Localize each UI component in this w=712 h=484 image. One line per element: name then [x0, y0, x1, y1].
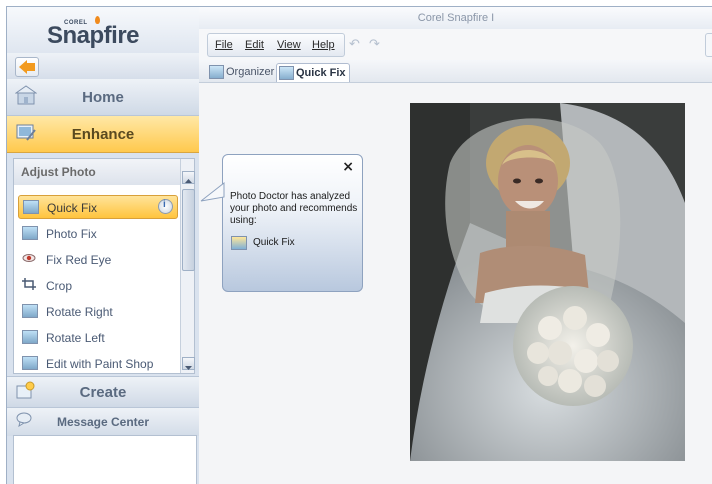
menu-help[interactable]: Help — [312, 39, 335, 51]
menu-item-label: Edit with Paint Shop — [46, 357, 154, 371]
nav-enhance-label: Enhance — [71, 126, 135, 143]
tab-label: Organizer — [226, 66, 275, 78]
menu-item-label: Rotate Left — [46, 331, 105, 345]
nav-home[interactable]: Home — [7, 79, 199, 116]
nav-home-label: Home — [82, 89, 124, 106]
quick-fix-tab-icon — [279, 66, 294, 80]
window-title: Corel Snapfire I — [417, 12, 495, 24]
nav-enhance[interactable]: Enhance — [7, 116, 199, 153]
menu-item-fix-red-eye[interactable]: Fix Red Eye — [18, 248, 176, 270]
menu-file[interactable]: File — [215, 39, 233, 51]
tab-quick-fix[interactable]: Quick Fix — [276, 63, 350, 82]
info-icon[interactable]: i — [158, 199, 173, 214]
close-icon[interactable]: × — [342, 159, 354, 175]
back-button[interactable] — [15, 57, 39, 77]
quick-fix-icon — [23, 200, 39, 214]
panel-header: Adjust Photo — [14, 159, 180, 185]
red-eye-icon — [22, 254, 36, 262]
nav-message-label: Message Center — [56, 415, 150, 429]
photo-doctor-popup: × Photo Doctor has analyzed your photo a… — [200, 154, 363, 292]
nav-create[interactable]: Create — [7, 376, 199, 407]
menu-item-label: Photo Fix — [46, 227, 97, 241]
back-arrow-tail — [26, 63, 35, 71]
photo-image[interactable] — [410, 103, 685, 461]
menu-item-quick-fix[interactable]: Quick Fix i — [18, 195, 178, 219]
menu-item-crop[interactable]: Crop — [18, 274, 176, 296]
scroll-thumb[interactable] — [182, 189, 195, 271]
menu-bar: File Edit View Help — [207, 33, 345, 57]
rotate-right-icon — [22, 304, 38, 318]
menu-item-rotate-right[interactable]: Rotate Right — [18, 300, 176, 322]
popup-pointer — [200, 181, 225, 202]
toolbar-edge — [705, 33, 712, 57]
redo-icon[interactable]: ↷ — [369, 37, 380, 52]
adjust-photo-panel: Adjust Photo Quick Fix i Photo Fix Fix R… — [13, 158, 195, 374]
title-bar: Corel Snapfire I — [199, 7, 712, 29]
menu-item-rotate-left[interactable]: Rotate Left — [18, 326, 176, 348]
scroll-up-button[interactable] — [182, 171, 195, 184]
chevron-down-icon — [185, 366, 192, 370]
rotate-left-icon — [22, 330, 38, 344]
menu-edit[interactable]: Edit — [245, 39, 264, 51]
nav-message-center[interactable]: Message Center — [7, 407, 199, 436]
popup-message: Photo Doctor has analyzed your photo and… — [230, 191, 358, 226]
tab-organizer[interactable]: Organizer — [207, 63, 275, 81]
paint-shop-icon — [22, 356, 38, 370]
panel-title: Adjust Photo — [21, 165, 96, 179]
menu-view[interactable]: View — [277, 39, 301, 51]
scroll-down-button[interactable] — [182, 357, 195, 370]
menu-item-label: Fix Red Eye — [46, 253, 112, 267]
panel-scrollbar[interactable] — [180, 159, 195, 373]
chevron-up-icon — [185, 179, 192, 183]
photo-fix-icon — [22, 226, 38, 240]
message-center-body — [13, 435, 197, 484]
menu-item-label: Rotate Right — [46, 305, 113, 319]
quick-fix-icon — [231, 236, 247, 250]
menu-item-label: Quick Fix — [47, 201, 98, 215]
crop-icon — [22, 278, 36, 290]
nav-create-label: Create — [79, 384, 127, 401]
organizer-icon — [209, 65, 224, 79]
logo-flame-icon — [95, 16, 100, 24]
popup-recommendation[interactable]: Quick Fix — [253, 237, 295, 248]
sidebar: COREL Snapfire Home Enhance Adjust Photo… — [7, 7, 199, 484]
menu-item-label: Crop — [46, 279, 73, 293]
menu-item-edit-paint-shop[interactable]: Edit with Paint Shop — [18, 352, 176, 374]
tab-label: Quick Fix — [296, 67, 346, 79]
menu-item-photo-fix[interactable]: Photo Fix — [18, 222, 176, 244]
undo-icon[interactable]: ↶ — [349, 37, 360, 52]
back-row — [7, 53, 199, 79]
tab-bar: Organizer Quick Fix — [199, 60, 712, 83]
logo: Snapfire — [47, 22, 140, 49]
app-window: COREL Snapfire Home Enhance Adjust Photo… — [6, 6, 712, 484]
logo-area: COREL Snapfire — [7, 7, 199, 53]
